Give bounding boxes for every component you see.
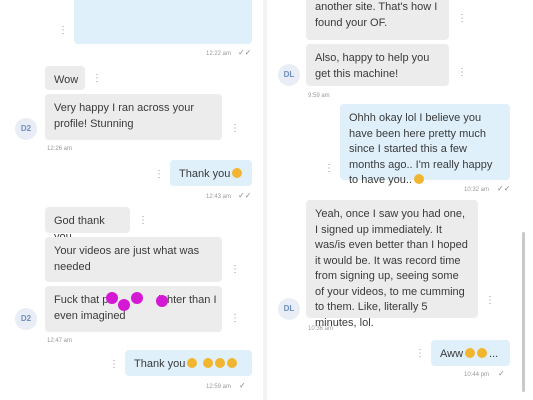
outgoing-message-bubble[interactable]: Ohhh okay lol I believe you have been he… [340, 104, 510, 186]
outgoing-message-bubble[interactable]: Aww... [431, 340, 510, 366]
message-options-icon[interactable]: ⋮ [485, 296, 495, 306]
double-check-icon: ✓✓ [238, 48, 252, 57]
message-text: Fuck that p [54, 294, 109, 306]
message-timestamp: 10:32 am [464, 187, 490, 193]
incoming-message-bubble[interactable]: Wow [45, 66, 85, 90]
outgoing-message-bubble[interactable]: Thank you [125, 350, 252, 376]
message-timestamp: 12:59 am [206, 384, 232, 390]
censor-dot [118, 299, 130, 311]
message-text: Very happy I ran across your profile! St… [54, 102, 195, 130]
message-options-icon[interactable]: ⋮ [58, 26, 68, 36]
scrollbar[interactable] [522, 232, 525, 392]
incoming-message-bubble[interactable]: God thank you [45, 207, 130, 243]
outgoing-message-bubble[interactable]: Thank you [170, 160, 252, 186]
message-options-icon[interactable]: ⋮ [457, 68, 467, 78]
message-timestamp: 12:47 am [47, 338, 73, 344]
incoming-message-bubble[interactable]: another site. That's how I found your OF… [306, 0, 449, 40]
right-conversation-panel: another site. That's how I found your OF… [268, 0, 533, 400]
censor-dot [106, 292, 118, 304]
message-options-icon[interactable]: ⋮ [154, 170, 164, 180]
emoji-icon [215, 358, 226, 368]
censor-dot [156, 295, 168, 307]
emoji-icon [227, 358, 238, 368]
message-options-icon[interactable]: ⋮ [92, 74, 102, 84]
incoming-message-bubble[interactable]: Very happy I ran across your profile! St… [45, 94, 222, 140]
message-timestamp: 10:44 pm [464, 372, 490, 378]
message-options-icon[interactable]: ⋮ [324, 164, 334, 174]
message-options-icon[interactable]: ⋮ [109, 360, 119, 370]
outgoing-message-bubble[interactable] [74, 0, 252, 44]
double-check-icon: ✓✓ [238, 191, 252, 200]
avatar[interactable]: DL [278, 64, 300, 86]
double-check-icon: ✓✓ [497, 184, 511, 193]
message-options-icon[interactable]: ⋮ [230, 314, 240, 324]
message-timestamp: 10:36 am [308, 326, 334, 332]
message-options-icon[interactable]: ⋮ [457, 14, 467, 24]
message-timestamp: 12:22 am [206, 51, 232, 57]
check-icon: ✓ [239, 381, 246, 390]
incoming-message-bubble[interactable]: Also, happy to help you get this machine… [306, 44, 449, 86]
emoji-icon [477, 348, 488, 358]
smiling-emoji-icon [414, 174, 424, 184]
panel-divider [263, 0, 267, 400]
message-text: Also, happy to help you get this machine… [315, 52, 430, 80]
message-timestamp: 12:43 am [206, 194, 232, 200]
message-timestamp: 9:59 am [308, 93, 330, 99]
message-options-icon[interactable]: ⋮ [138, 216, 148, 226]
avatar[interactable]: D2 [15, 118, 37, 140]
incoming-message-bubble[interactable]: Yeah, once I saw you had one, I signed u… [306, 200, 478, 329]
message-timestamp: 12:26 am [47, 146, 73, 152]
message-text: even imagined [54, 309, 126, 322]
message-text: another site. That's how I found your OF… [315, 1, 438, 29]
emoji-icon [203, 358, 214, 368]
message-options-icon[interactable]: ⋮ [415, 349, 425, 359]
check-icon: ✓ [498, 369, 505, 378]
message-text: Thank you [179, 168, 231, 180]
incoming-message-bubble[interactable]: Your videos are just what was needed [45, 237, 222, 282]
avatar[interactable]: DL [278, 298, 300, 320]
message-text: Aww [440, 348, 464, 360]
ellipsis: ... [489, 348, 499, 360]
message-text: Wow [54, 74, 79, 86]
heart-eyes-emoji-icon [232, 168, 243, 178]
message-options-icon[interactable]: ⋮ [230, 265, 240, 275]
avatar[interactable]: D2 [15, 308, 37, 330]
left-conversation-panel: ⋮ 12:22 am ✓✓ Wow ⋮ Very happy I ran acr… [0, 0, 262, 400]
message-text: Thank you [134, 358, 186, 370]
heart-eyes-emoji-icon [465, 348, 476, 358]
censor-dot [131, 292, 143, 304]
message-options-icon[interactable]: ⋮ [230, 124, 240, 134]
emoji-icon [187, 358, 198, 368]
message-text: Yeah, once I saw you had one, I signed u… [315, 208, 468, 329]
message-text: Your videos are just what was needed [54, 245, 200, 273]
